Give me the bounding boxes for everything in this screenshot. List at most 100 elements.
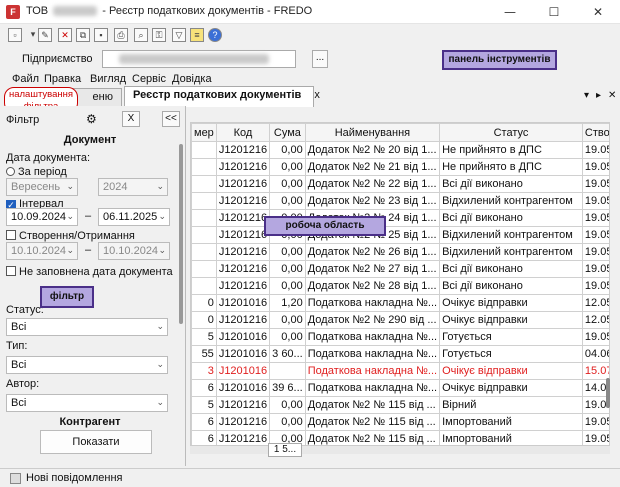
table-row[interactable]: J1201216 0,00 Додаток №2 № 28 від 1... Всі … [191,277,609,295]
table-row[interactable]: J12012160,00Додаток №2 № 25 від 1...Відх… [191,226,609,244]
date-from-field[interactable]: 10.09.2024 ⌄ [6,208,78,226]
status-select[interactable]: Всі ⌄ [6,318,168,336]
key-icon[interactable]: ⚿ [152,28,166,42]
maximize-button[interactable]: ☐ [532,0,576,24]
notes-icon[interactable]: ≡ [190,28,204,42]
filter-close-button[interactable]: X [122,111,140,127]
table-row[interactable]: 6 J1201016 39 6... Податкова накладна №... О… [191,379,609,397]
column-name[interactable]: Найменування [304,123,441,142]
cell-status: Відхилений контрагентом [439,243,583,261]
company-field[interactable] [102,50,296,68]
copy-icon[interactable]: ⧉ [76,28,90,42]
menu-file[interactable]: Файл [12,73,39,85]
cell-created: 12.05. [581,311,609,329]
menu-service[interactable]: Сервіс [132,73,166,85]
table-row[interactable]: J1201216 0,00 Додаток №2 № 21 від 1... Не п… [191,158,609,176]
range-dash: – [85,244,92,256]
cell-name: Додаток №2 № 22 від 1... [304,175,441,193]
company-label: Підприємство [22,53,93,65]
table-row[interactable]: 0 J1201216 0,00 Додаток №2 № 290 від ... Очі… [191,311,609,329]
tab-tax-registry[interactable]: Реєстр податкових документів x [124,86,320,107]
tab-list-icon[interactable]: ▾ [584,90,589,101]
created-from-field[interactable]: 10.10.2024 ⌄ [6,242,78,260]
horizontal-scrollbar[interactable] [190,446,610,454]
table-row[interactable]: J12012160,00Додаток №2 № 24 від 1...Всі … [191,209,609,227]
cell-status: Всі дії виконано [439,209,583,227]
column-code[interactable]: Код [215,123,271,142]
minimize-button[interactable]: — [488,0,532,24]
chevron-down-icon: ⌄ [156,398,164,408]
filter-funnel-icon[interactable]: ▽ [172,28,186,42]
table-row[interactable]: 55 J1201016 3 60... Податкова накладна №...… [191,345,609,363]
table-row[interactable]: J1201216 0,00 Додаток №2 № 23 від 1... Відх… [191,192,609,210]
table-row[interactable]: 5 J1201016 0,00 Податкова накладна №... Готу… [191,328,609,346]
created-to-field[interactable]: 10.10.2024 ⌄ [98,242,170,260]
menu-help[interactable]: Довідка [172,73,212,85]
company-browse-button[interactable]: ... [312,50,328,68]
tab-close-all-icon[interactable]: ✕ [608,90,616,101]
column-status[interactable]: Статус [439,123,583,142]
table-row[interactable]: 6 J1201216 0,00 Додаток №2 № 115 від ... Імп… [191,430,609,445]
print-icon[interactable]: ⎙ [114,28,128,42]
cell-sum: 0,00 [269,260,306,278]
tab-scroll-icon[interactable]: ▸ [596,90,601,101]
period-radio[interactable]: За період [6,166,67,178]
checkbox-icon [6,266,16,276]
close-window-button[interactable]: ✕ [576,0,620,24]
menu-view[interactable]: Вигляд [90,73,126,85]
cell-sum: 0,00 [269,175,306,193]
author-select[interactable]: Всі ⌄ [6,394,168,412]
show-button[interactable]: Показати [40,430,152,454]
workarea-callout: робоча область [264,216,386,236]
pager[interactable]: 1 5... [268,443,302,457]
cell-status: Імпортований [439,413,583,431]
cell-name: Додаток №2 № 27 від 1... [304,260,441,278]
filter-collapse-button[interactable]: << [162,111,180,127]
table-row[interactable]: J1201216 0,00 Додаток №2 № 22 від 1... Всі … [191,175,609,193]
table-row[interactable]: J1201216 0,00 Додаток №2 № 26 від 1... Відх… [191,243,609,261]
date-to-field[interactable]: 06.11.2025 ⌄ [98,208,170,226]
cell-number: 0 [191,311,217,329]
range-dash: – [85,210,92,222]
table-row[interactable]: 3 J1201016 Податкова накладна №... Очікує в… [191,362,609,380]
cell-code: J1201216 [215,396,271,414]
cell-sum: 0,00 [269,277,306,295]
month-select[interactable]: Вересень ⌄ [6,178,78,196]
section-document: Документ [63,134,117,146]
table-row[interactable]: 6 J1201216 0,00 Додаток №2 № 115 від ... Імп… [191,413,609,431]
year-select[interactable]: 2024 ⌄ [98,178,168,196]
tab-close-icon[interactable]: x [314,89,320,101]
column-number[interactable]: мер [191,123,217,142]
column-sum[interactable]: Сума [269,123,306,142]
cell-created: 19.05. [581,328,609,346]
save-icon[interactable]: ▪ [94,28,108,42]
new-document-icon[interactable]: ▫ [8,28,22,42]
find-icon[interactable]: ⌕ [134,28,148,42]
empty-date-checkbox[interactable]: Не заповнена дата документа [6,266,173,278]
vertical-scrollbar[interactable] [606,378,610,408]
help-icon[interactable]: ? [208,28,222,42]
column-created[interactable]: Створе [581,123,609,142]
table-row[interactable]: 0 J1201016 1,20 Податкова накладна №... Очік… [191,294,609,312]
cell-name: Додаток №2 № 23 від 1... [304,192,441,210]
delete-icon[interactable]: ✕ [58,28,72,42]
cell-code: J1201216 [215,430,271,445]
cell-status: Імпортований [439,430,583,445]
cell-number [191,141,217,159]
cell-number [191,192,217,210]
cell-code: J1201216 [215,141,271,159]
cell-number [191,243,217,261]
table-row[interactable]: J1201216 0,00 Додаток №2 № 20 від 1... Не п… [191,141,609,159]
filter-scrollbar[interactable] [179,144,183,324]
table-row[interactable]: J1201216 0,00 Додаток №2 № 27 від 1... Всі … [191,260,609,278]
cell-sum: 0,00 [269,396,306,414]
created-checkbox[interactable]: Створення/Отримання [6,230,135,242]
table-row[interactable]: 5 J1201216 0,00 Додаток №2 № 115 від ... Вір… [191,396,609,414]
messages-icon[interactable] [10,473,21,484]
gear-icon[interactable]: ⚙ [86,112,97,126]
type-select[interactable]: Всі ⌄ [6,356,168,374]
menu-edit[interactable]: Правка [44,73,81,85]
cell-code: J1201016 [215,294,271,312]
cell-created: 19.05. [581,158,609,176]
edit-icon[interactable]: ✎ [38,28,52,42]
